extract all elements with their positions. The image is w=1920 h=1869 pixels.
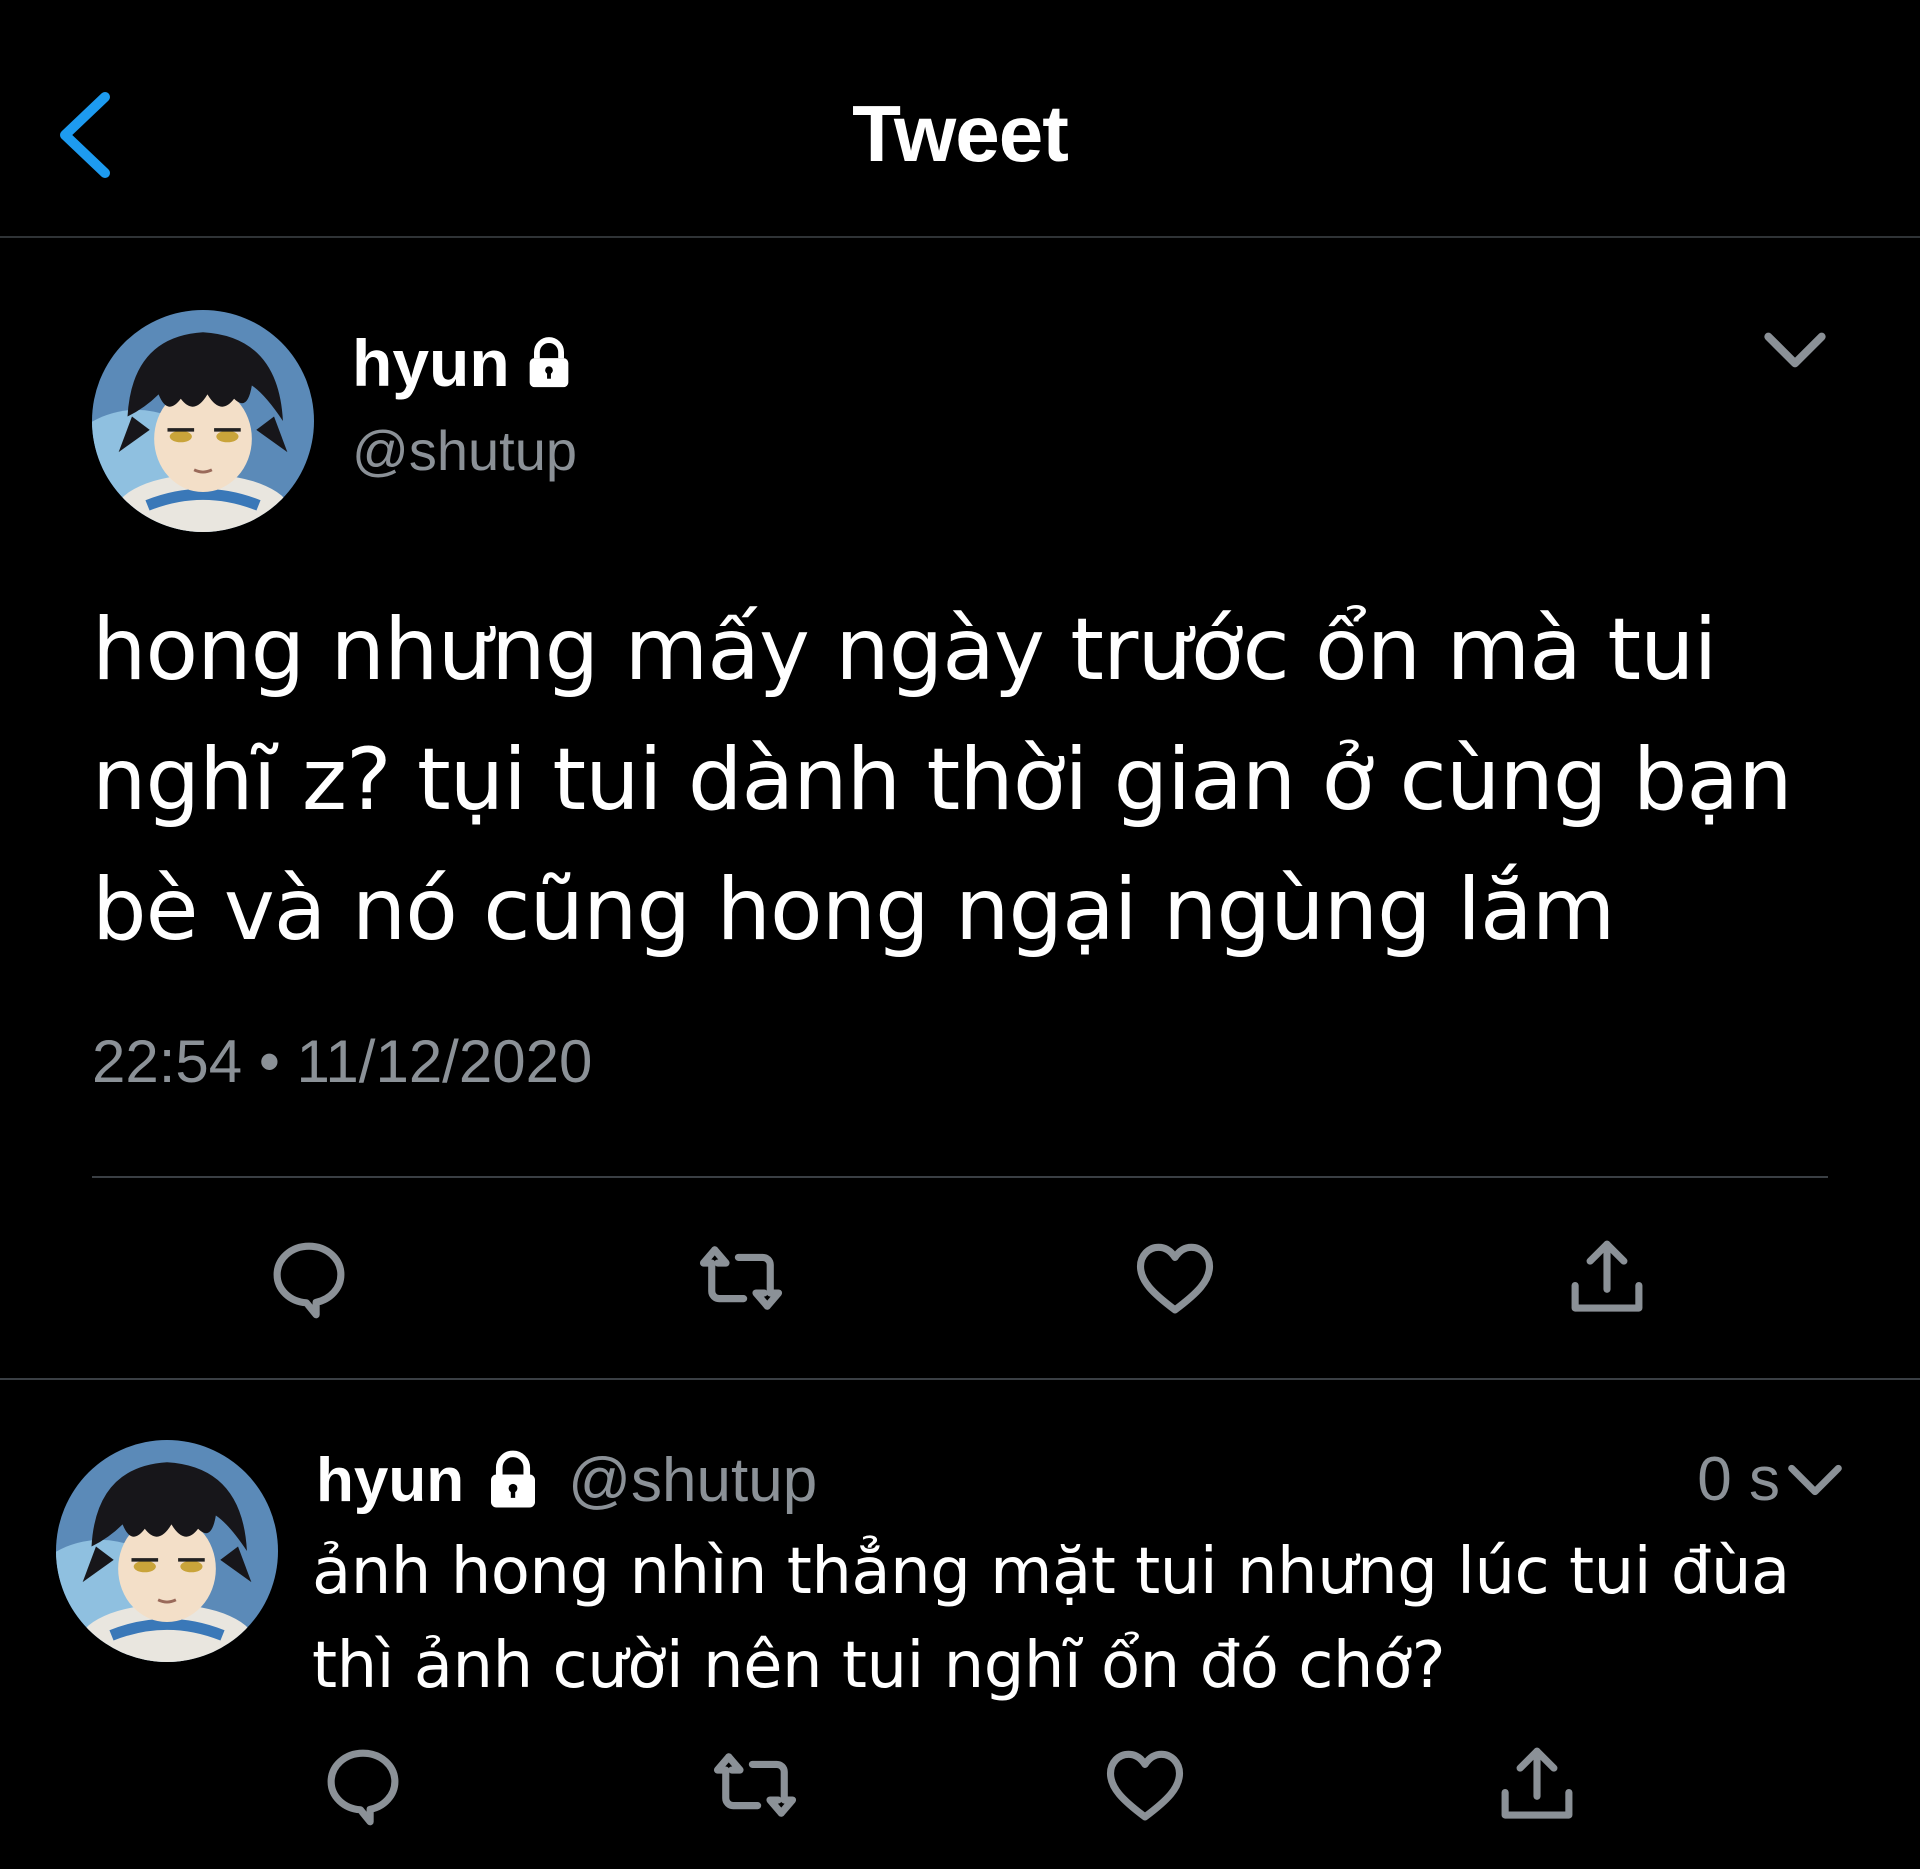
tweet-text: hong nhưng mấy ngày trước ổn mà tui nghĩ… xyxy=(92,600,1793,960)
avatar[interactable] xyxy=(92,310,314,532)
chevron-down-icon xyxy=(1755,310,1835,390)
heart-icon xyxy=(1130,1233,1220,1323)
reply-like-button[interactable] xyxy=(1090,1735,1200,1835)
heart-icon xyxy=(1100,1740,1190,1830)
lock-icon xyxy=(520,334,578,392)
reply-menu-button[interactable] xyxy=(1780,1445,1850,1515)
reply-reply-button[interactable] xyxy=(308,1735,418,1835)
reply-button[interactable] xyxy=(254,1228,364,1328)
reply-time[interactable]: 0 s xyxy=(1660,1440,1780,1520)
author-name[interactable]: hyun xyxy=(352,325,578,401)
author-handle[interactable]: @shutup xyxy=(352,418,577,484)
tweet-timestamp[interactable]: 22:54 • 11/12/2020 xyxy=(92,1027,592,1097)
reply-retweet-button[interactable] xyxy=(700,1735,810,1835)
reply-icon xyxy=(318,1740,408,1830)
share-button[interactable] xyxy=(1552,1228,1662,1328)
reply-author-handle: @shutup xyxy=(568,1445,818,1515)
retweet-icon xyxy=(710,1740,800,1830)
retweet-icon xyxy=(696,1233,786,1323)
reply-author-name: hyun xyxy=(316,1445,465,1515)
reply-author-meta[interactable]: hyun @shutup xyxy=(316,1440,817,1520)
tweet-menu-button[interactable] xyxy=(1755,310,1835,390)
share-icon xyxy=(1492,1740,1582,1830)
chevron-down-icon xyxy=(1780,1445,1850,1515)
retweet-button[interactable] xyxy=(686,1228,796,1328)
header-divider xyxy=(0,236,1920,238)
reply-share-button[interactable] xyxy=(1482,1735,1592,1835)
share-icon xyxy=(1562,1233,1652,1323)
page-title: Tweet xyxy=(852,89,1069,178)
reply-icon xyxy=(264,1233,354,1323)
author-name-label: hyun xyxy=(352,326,510,400)
like-button[interactable] xyxy=(1120,1228,1230,1328)
lock-icon xyxy=(480,1447,546,1513)
tweet-divider xyxy=(92,1176,1828,1178)
reply-avatar[interactable] xyxy=(56,1440,278,1662)
reply-text: ảnh hong nhìn thẳng mặt tui nhưng lúc tu… xyxy=(312,1535,1790,1703)
thread-divider xyxy=(0,1378,1920,1380)
